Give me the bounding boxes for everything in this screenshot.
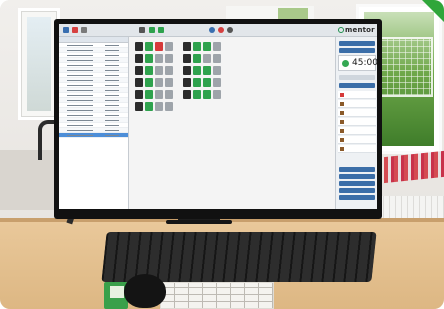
panel-button[interactable] [339,48,375,53]
toolbar-icon[interactable] [63,27,69,33]
app-toolbar: mentor [59,24,377,37]
panel-button[interactable] [339,174,375,179]
toolbar-icon[interactable] [158,27,164,33]
photo: mentor 45:00 [0,0,444,309]
workstation-icon[interactable] [145,78,153,87]
toolbar-icon[interactable] [72,27,78,33]
panel-list-item[interactable] [338,136,376,144]
workstation-icon[interactable] [183,66,191,75]
workstation-icon[interactable] [135,102,143,111]
workstation-icon[interactable] [193,90,201,99]
panel-list-item[interactable] [338,118,376,126]
panel-header [339,41,375,46]
corner-marker [422,0,444,22]
timer-readout: 45:00 [352,58,377,68]
workstation-icon[interactable] [203,78,211,87]
workstation-icon[interactable] [135,54,143,63]
panel-button[interactable] [339,75,375,80]
workstation-icon[interactable] [155,66,163,75]
monitor-base [166,220,232,224]
workstation-icon[interactable] [193,66,201,75]
workstation-icon[interactable] [203,66,211,75]
workstation-icon[interactable] [145,54,153,63]
toolbar-icon[interactable] [81,27,87,33]
workstation-icon[interactable] [203,42,211,51]
workstation-icon[interactable] [155,78,163,87]
workstation-icon[interactable] [145,42,153,51]
workstation-icon[interactable] [135,42,143,51]
workstation-icon[interactable] [193,54,201,63]
student-list [59,37,129,209]
monitor: mentor 45:00 [54,19,382,219]
workstation-icon[interactable] [203,90,211,99]
panel-button[interactable] [339,83,375,88]
workstation-icon[interactable] [165,54,173,63]
panel-list-item[interactable] [338,145,376,153]
list-item-selected[interactable] [59,133,128,138]
workstation-icon[interactable] [165,90,173,99]
workstation-icon[interactable] [135,78,143,87]
screen: mentor 45:00 [59,24,377,209]
workstation-icon[interactable] [135,66,143,75]
workstation-icon[interactable] [203,54,211,63]
panel-list-item[interactable] [338,127,376,135]
workstation-icon[interactable] [165,66,173,75]
mouse [124,274,166,308]
workstation-icon[interactable] [193,42,201,51]
toolbar-icon[interactable] [139,27,145,33]
workstation-icon[interactable] [155,54,163,63]
workstation-icon[interactable] [135,90,143,99]
workstation-icon[interactable] [213,54,221,63]
brand-name: mentor [345,26,375,34]
workstation-icon[interactable] [183,42,191,51]
toolbar-icon[interactable] [227,27,233,33]
workstation-icon[interactable] [155,90,163,99]
toolbar-icon[interactable] [209,27,215,33]
workstation-icon[interactable] [165,102,173,111]
control-panel: 45:00 [335,37,377,209]
workstation-icon[interactable] [183,78,191,87]
workstation-icon[interactable] [213,78,221,87]
panel-button[interactable] [339,195,375,200]
workstation-icon[interactable] [193,78,201,87]
workstation-icon[interactable] [183,54,191,63]
workstation-icon[interactable] [145,102,153,111]
workstation-icon[interactable] [165,42,173,51]
workstation-icon[interactable] [155,42,163,51]
workstation-icon[interactable] [145,66,153,75]
panel-button[interactable] [339,188,375,193]
panel-list-item[interactable] [338,91,376,99]
workstation-icon[interactable] [183,90,191,99]
timer-status-icon [342,60,349,67]
brand-logo-icon [338,27,344,33]
timer-box: 45:00 [338,55,377,71]
workstation-icon[interactable] [145,90,153,99]
workstation-icon[interactable] [213,90,221,99]
panel-list-item[interactable] [338,109,376,117]
toolbar-icon[interactable] [218,27,224,33]
toolbar-icon[interactable] [149,27,155,33]
panel-button[interactable] [339,167,375,172]
workstation-icon[interactable] [165,78,173,87]
panel-list-item[interactable] [338,100,376,108]
workstation-icon[interactable] [213,66,221,75]
workstation-icon[interactable] [155,102,163,111]
workstation-icon[interactable] [213,42,221,51]
panel-button[interactable] [339,181,375,186]
card-label [110,286,124,298]
computer-grid [135,42,295,122]
paper-sheet [160,282,274,309]
